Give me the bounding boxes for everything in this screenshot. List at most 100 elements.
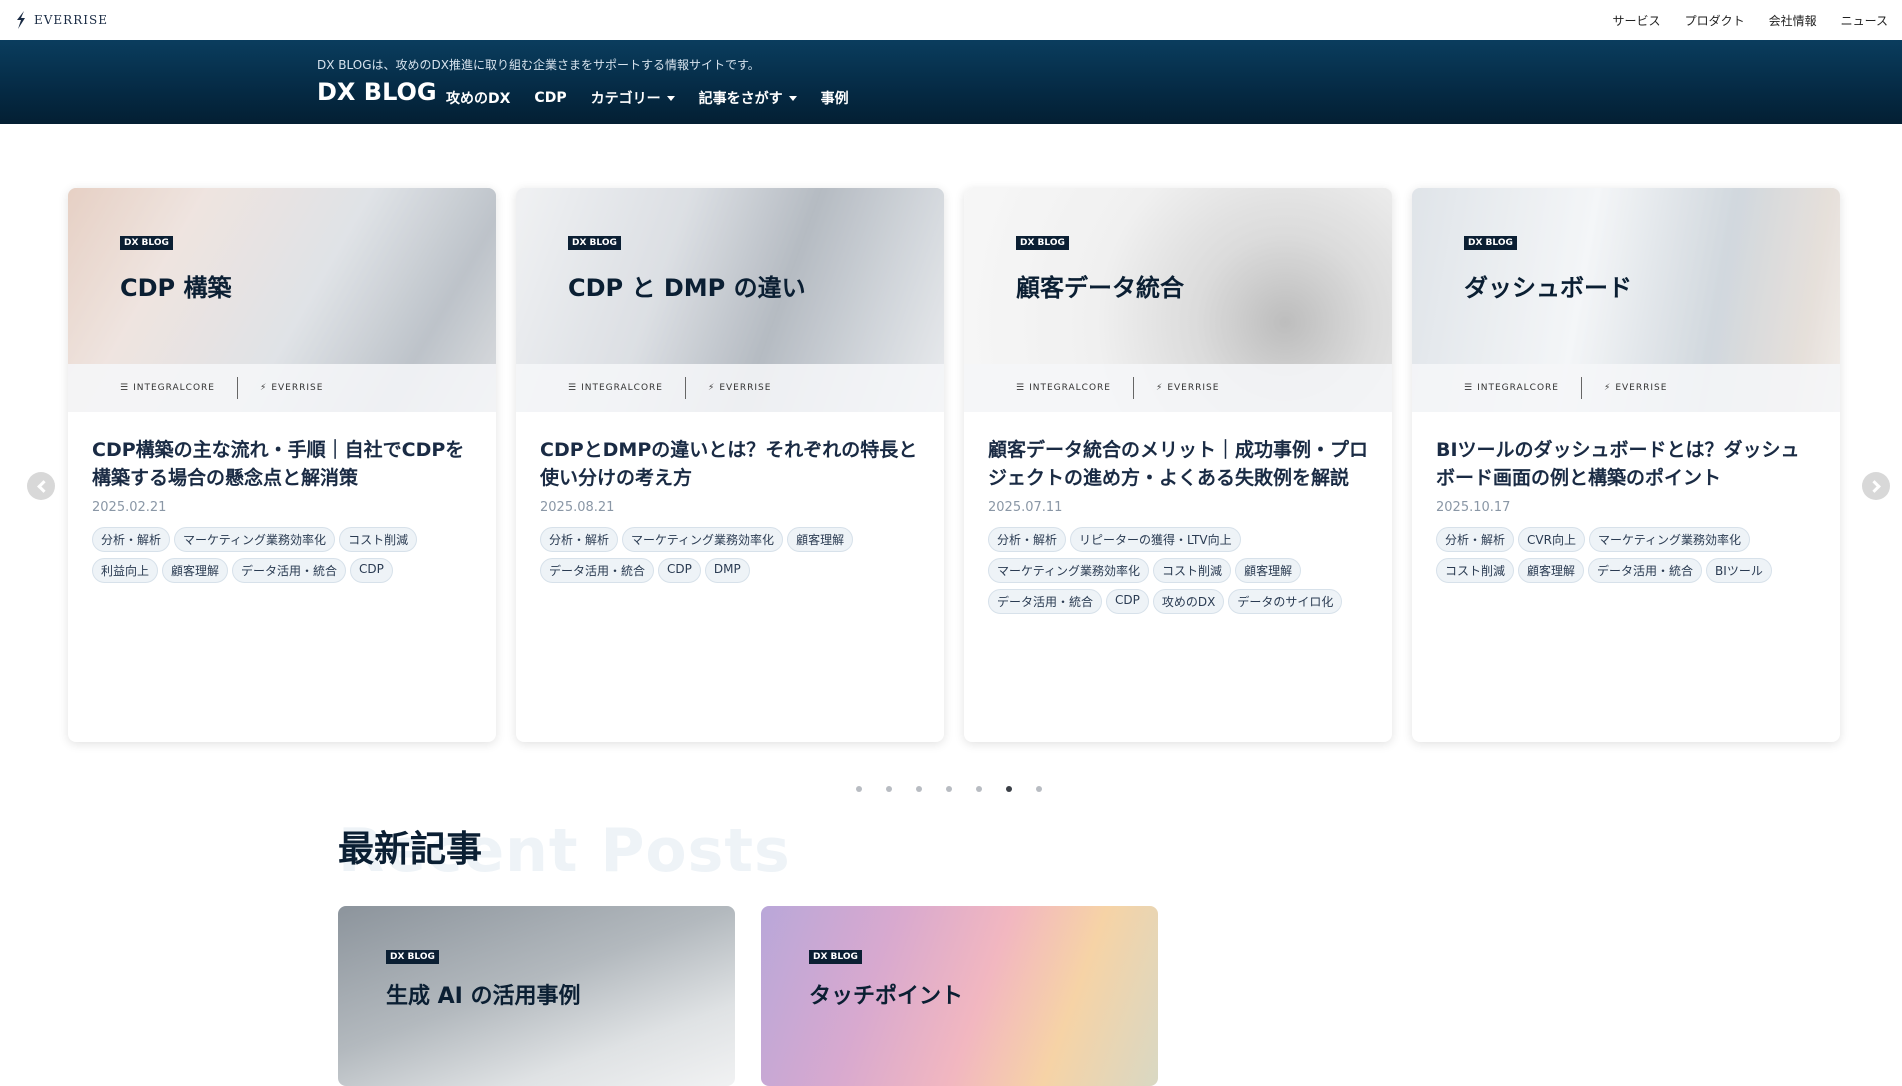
carousel-next-button[interactable] — [1862, 472, 1890, 500]
logo-text: EVERRISE — [271, 383, 324, 393]
article-date: 2025.10.17 — [1436, 500, 1511, 515]
dx-nav-label: 攻めのDX — [446, 91, 511, 107]
tag[interactable]: マーケティング業務効率化 — [622, 527, 784, 552]
tag[interactable]: CDP — [350, 558, 393, 583]
article-thumbnail: DX BLOG ダッシュボード ☰ INTEGRALCORE ⚡ EVERRISE — [1412, 188, 1840, 412]
tag[interactable]: CDP — [1106, 589, 1149, 614]
tag[interactable]: 分析・解析 — [540, 527, 619, 552]
dx-nav: 攻めのDX CDP カテゴリー 記事をさがす 事例 — [446, 88, 849, 108]
dx-nav-label: 事例 — [820, 91, 849, 107]
dx-nav-offensive-dx[interactable]: 攻めのDX — [446, 88, 510, 108]
featured-carousel: DX BLOG CDP 構築 ☰ INTEGRALCORE ⚡ EVERRISE C… — [0, 188, 1902, 748]
integralcore-logo: ☰ INTEGRALCORE — [1016, 383, 1111, 393]
carousel-dot[interactable] — [886, 786, 892, 792]
tag[interactable]: コスト削減 — [1436, 558, 1515, 583]
article-title[interactable]: CDP構築の主な流れ・手順｜自社でCDPを構築する場合の懸念点と解消策 — [92, 436, 472, 492]
logo-text: INTEGRALCORE — [1029, 383, 1111, 393]
everrise-logo: ⚡ EVERRISE — [260, 383, 323, 393]
logo-divider — [685, 377, 686, 399]
tag[interactable]: データのサイロ化 — [1228, 589, 1343, 614]
integralcore-mark-icon: ☰ — [120, 383, 130, 393]
tag[interactable]: コスト削減 — [339, 527, 418, 552]
brand-logo[interactable]: EVERRISE — [14, 11, 108, 29]
dx-blog-logo[interactable]: DX BLOG — [317, 78, 437, 106]
article-title[interactable]: BIツールのダッシュボードとは？ダッシュボード画面の例と構築のポイント — [1436, 436, 1816, 492]
tag[interactable]: BIツール — [1706, 558, 1772, 583]
tag[interactable]: データ活用・統合 — [1588, 558, 1703, 583]
carousel-dot[interactable] — [976, 786, 982, 792]
tag[interactable]: 利益向上 — [92, 558, 159, 583]
everrise-logo: ⚡ EVERRISE — [1604, 383, 1667, 393]
top-nav-services[interactable]: サービス — [1613, 12, 1661, 29]
tag[interactable]: 顧客理解 — [787, 527, 854, 552]
tag[interactable]: コスト削減 — [1153, 558, 1232, 583]
logo-divider — [1133, 377, 1134, 399]
integralcore-logo: ☰ INTEGRALCORE — [1464, 383, 1559, 393]
tag[interactable]: CDP — [658, 558, 701, 583]
dx-nav-label: CDP — [534, 90, 567, 106]
carousel-dot[interactable] — [946, 786, 952, 792]
tag[interactable]: 顧客理解 — [162, 558, 229, 583]
top-nav-company[interactable]: 会社情報 — [1769, 12, 1817, 29]
thumbnail-title: 生成 AI の活用事例 — [386, 984, 581, 1009]
carousel-dot[interactable] — [1006, 786, 1012, 792]
article-title[interactable]: 顧客データ統合のメリット｜成功事例・プロジェクトの進め方・よくある失敗例を解説 — [988, 436, 1368, 492]
thumbnail-title: 顧客データ統合 — [1016, 274, 1184, 302]
everrise-logo: ⚡ EVERRISE — [708, 383, 771, 393]
tag[interactable]: 攻めのDX — [1152, 589, 1225, 614]
tag[interactable]: 顧客理解 — [1235, 558, 1302, 583]
thumbnail-title: ダッシュボード — [1464, 274, 1632, 302]
top-nav: サービス プロダクト 会社情報 ニュース — [1613, 12, 1888, 29]
tag[interactable]: データ活用・統合 — [540, 558, 655, 583]
card-body: BIツールのダッシュボードとは？ダッシュボード画面の例と構築のポイント 2025… — [1412, 412, 1840, 583]
logo-text: INTEGRALCORE — [1477, 383, 1559, 393]
brand-name: EVERRISE — [34, 13, 108, 27]
recent-post-card[interactable]: DX BLOG タッチポイント — [761, 906, 1158, 1086]
recent-post-card[interactable]: DX BLOG 生成 AI の活用事例 — [338, 906, 735, 1086]
article-card[interactable]: DX BLOG 顧客データ統合 ☰ INTEGRALCORE ⚡ EVERRISE … — [964, 188, 1392, 742]
tag[interactable]: マーケティング業務効率化 — [1588, 527, 1750, 552]
logo-text: EVERRISE — [719, 383, 772, 393]
tag[interactable]: データ活用・統合 — [232, 558, 347, 583]
tag[interactable]: DMP — [704, 558, 750, 583]
article-card[interactable]: DX BLOG CDP 構築 ☰ INTEGRALCORE ⚡ EVERRISE C… — [68, 188, 496, 742]
tag[interactable]: CVR向上 — [1518, 527, 1585, 552]
dx-blog-header: DX BLOGは、攻めのDX推進に取り組む企業さまをサポートする情報サイトです。… — [0, 40, 1902, 124]
partner-logo-strip: ☰ INTEGRALCORE ⚡ EVERRISE — [68, 364, 496, 412]
logo-divider — [237, 377, 238, 399]
dx-blog-badge: DX BLOG — [809, 950, 862, 964]
tag[interactable]: マーケティング業務効率化 — [174, 527, 336, 552]
tag[interactable]: 分析・解析 — [988, 527, 1067, 552]
logo-text: INTEGRALCORE — [581, 383, 663, 393]
dx-nav-cdp[interactable]: CDP — [534, 90, 566, 106]
dx-nav-cases[interactable]: 事例 — [821, 88, 849, 108]
carousel-dot[interactable] — [856, 786, 862, 792]
tag[interactable]: データ活用・統合 — [988, 589, 1103, 614]
top-nav-products[interactable]: プロダクト — [1685, 12, 1745, 29]
article-date: 2025.02.21 — [92, 500, 167, 515]
tag[interactable]: 分析・解析 — [1436, 527, 1515, 552]
tag[interactable]: 顧客理解 — [1518, 558, 1585, 583]
carousel-pagination — [856, 786, 1042, 792]
carousel-dot[interactable] — [916, 786, 922, 792]
dx-blog-badge: DX BLOG — [1464, 236, 1517, 250]
carousel-prev-button[interactable] — [27, 472, 55, 500]
logo-text: EVERRISE — [1167, 383, 1220, 393]
dx-nav-search-articles[interactable]: 記事をさがす — [699, 88, 797, 108]
tag[interactable]: マーケティング業務効率化 — [988, 558, 1150, 583]
integralcore-logo: ☰ INTEGRALCORE — [568, 383, 663, 393]
article-card[interactable]: DX BLOG CDP と DMP の違い ☰ INTEGRALCORE ⚡ EVE… — [516, 188, 944, 742]
tag[interactable]: リピーターの獲得・LTV向上 — [1070, 527, 1241, 552]
dx-nav-label: 記事をさがす — [698, 91, 783, 107]
thumbnail-title: タッチポイント — [809, 984, 964, 1009]
article-card[interactable]: DX BLOG ダッシュボード ☰ INTEGRALCORE ⚡ EVERRISE … — [1412, 188, 1840, 742]
carousel-dot[interactable] — [1036, 786, 1042, 792]
article-title[interactable]: CDPとDMPの違いとは？それぞれの特長と使い分けの考え方 — [540, 436, 920, 492]
logo-text: INTEGRALCORE — [133, 383, 215, 393]
tag[interactable]: 分析・解析 — [92, 527, 171, 552]
top-nav-news[interactable]: ニュース — [1841, 12, 1888, 29]
card-body: CDP構築の主な流れ・手順｜自社でCDPを構築する場合の懸念点と解消策 2025… — [68, 412, 496, 583]
caret-down-icon — [666, 95, 675, 101]
card-body: 顧客データ統合のメリット｜成功事例・プロジェクトの進め方・よくある失敗例を解説 … — [964, 412, 1392, 614]
dx-nav-category[interactable]: カテゴリー — [591, 88, 675, 108]
